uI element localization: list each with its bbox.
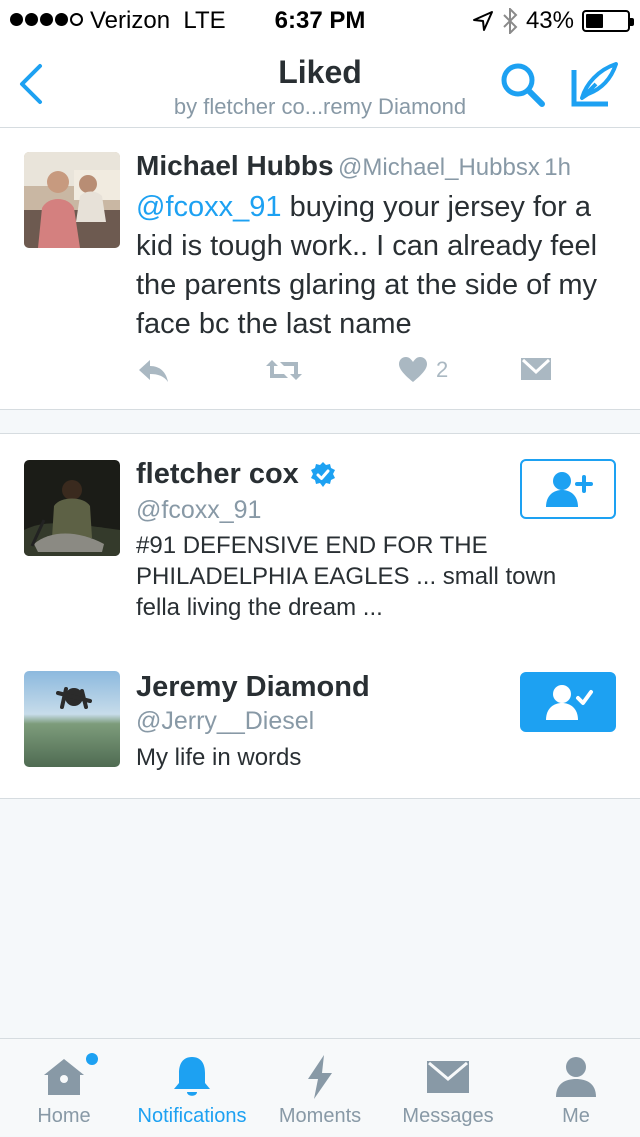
user-card-jeremy-diamond[interactable]: Jeremy Diamond @Jerry__Diesel My life in…	[0, 647, 640, 799]
tab-messages[interactable]: Messages	[384, 1039, 512, 1137]
follow-button[interactable]	[520, 459, 616, 519]
avatar[interactable]	[24, 671, 120, 767]
retweet-button[interactable]	[264, 356, 304, 384]
location-arrow-icon	[472, 11, 493, 31]
user-bio-line: PHILADELPHIA EAGLES ... small town	[136, 563, 557, 590]
tab-bar: Home Notifications Moments Messages Me	[0, 1038, 640, 1136]
home-icon	[44, 1059, 84, 1095]
user-handle: @Jerry__Diesel	[136, 707, 315, 735]
user-card-fletcher-cox[interactable]: fletcher cox @fcoxx_91 #91 DEFENSIVE END…	[0, 433, 640, 648]
nav-header: Liked by fletcher co...remy Diamond	[0, 40, 640, 128]
tweet-mention-link[interactable]: @fcoxx_91	[136, 191, 282, 223]
user-name[interactable]: fletcher cox	[136, 458, 299, 491]
avatar[interactable]	[24, 460, 120, 556]
retweet-icon	[266, 360, 302, 380]
tab-label: Notifications	[137, 1105, 247, 1127]
like-count: 2	[436, 357, 449, 382]
tab-notifications[interactable]: Notifications	[128, 1039, 256, 1137]
follow-user-plus-icon	[546, 472, 593, 507]
user-bio-line: fella living the dream ...	[136, 594, 383, 621]
envelope-icon	[427, 1061, 469, 1093]
user-bio-line: #91 DEFENSIVE END FOR THE	[136, 532, 488, 559]
tab-me[interactable]: Me	[512, 1039, 640, 1137]
status-right: 43%	[472, 7, 634, 35]
user-handle: @fcoxx_91	[136, 496, 262, 524]
verified-badge-icon	[310, 461, 335, 487]
following-user-check-icon	[546, 685, 593, 720]
search-icon[interactable]	[498, 60, 548, 110]
battery-icon	[582, 10, 634, 32]
tweet-header: Michael Hubbs @Michael_Hubbsx 1h	[136, 150, 571, 182]
user-bio: My life in words	[136, 744, 302, 771]
tweet-author-name[interactable]: Michael Hubbs	[136, 150, 334, 181]
tweet-author-handle: @Michael_Hubbsx	[338, 154, 540, 181]
tweet-timestamp: 1h	[544, 154, 571, 181]
like-button[interactable]: 2	[398, 356, 448, 384]
tab-home[interactable]: Home	[0, 1039, 128, 1137]
tab-moments[interactable]: Moments	[256, 1039, 384, 1137]
compose-tweet-icon[interactable]	[568, 58, 622, 112]
user-name-row: fletcher cox	[136, 458, 337, 491]
user-name[interactable]: Jeremy Diamond	[136, 671, 370, 704]
tweet-text: @fcoxx_91 buying your jersey for a kid i…	[136, 188, 616, 344]
user-bio: #91 DEFENSIVE END FOR THE PHILADELPHIA E…	[136, 530, 606, 623]
tweet-actions: 2	[136, 356, 576, 396]
bell-icon	[174, 1057, 210, 1096]
reply-button[interactable]	[136, 356, 170, 384]
dm-envelope-icon	[521, 358, 551, 380]
tab-label: Home	[37, 1105, 91, 1127]
home-badge-dot	[86, 1053, 98, 1065]
status-bar: Verizon LTE 6:37 PM 43%	[0, 0, 640, 40]
tab-label: Me	[562, 1105, 590, 1127]
tab-label: Messages	[402, 1105, 494, 1127]
battery-percent: 43%	[525, 7, 574, 34]
tweet-card[interactable]: Michael Hubbs @Michael_Hubbsx 1h @fcoxx_…	[0, 128, 640, 410]
person-icon	[556, 1057, 596, 1097]
lightning-icon	[308, 1055, 332, 1099]
avatar[interactable]	[24, 152, 120, 248]
following-button[interactable]	[520, 672, 616, 732]
tab-label: Moments	[278, 1105, 362, 1127]
bluetooth-icon	[503, 8, 518, 34]
direct-message-button[interactable]	[520, 356, 552, 382]
reply-icon	[139, 360, 168, 382]
heart-icon	[399, 357, 427, 382]
